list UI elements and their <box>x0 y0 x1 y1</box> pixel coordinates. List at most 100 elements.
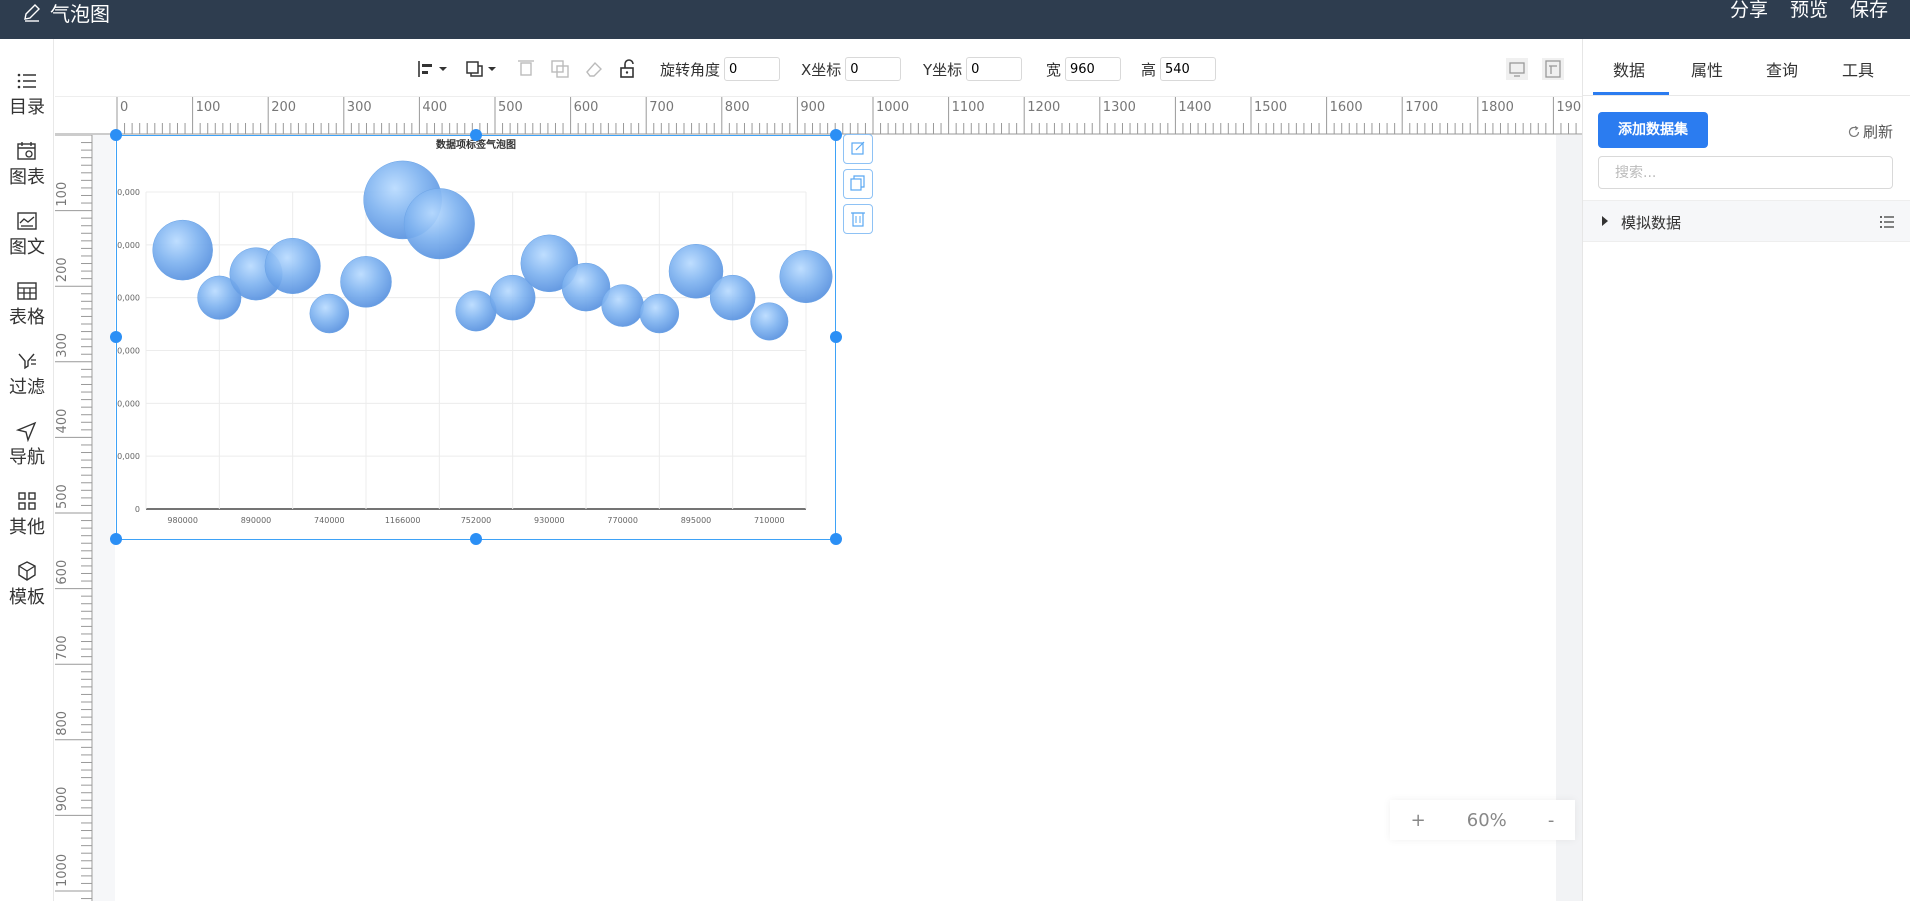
unlock-icon[interactable] <box>617 58 639 80</box>
rotate-input[interactable] <box>724 57 781 81</box>
edit-component-button[interactable] <box>843 134 873 164</box>
y-field-group: Y坐标 <box>923 57 1023 81</box>
ruler-label: 1000 <box>55 854 70 887</box>
refresh-label: 刷新 <box>1863 123 1894 141</box>
distribute-icon[interactable] <box>515 58 537 80</box>
group-icon[interactable] <box>549 58 571 80</box>
width-field-group: 宽 <box>1046 57 1122 81</box>
ruler-label: 300 <box>55 333 70 358</box>
resize-handle-top-left[interactable] <box>110 129 122 141</box>
expand-caret-icon[interactable] <box>1602 216 1608 226</box>
refresh-icon <box>1848 125 1860 137</box>
tab-query[interactable]: 查询 <box>1766 57 1798 81</box>
sidebar-item-navigation[interactable]: 导航 <box>0 420 54 476</box>
preview-button[interactable]: 预览 <box>1790 0 1828 20</box>
sidebar-item-label: 表格 <box>9 307 45 328</box>
ruler-label: 600 <box>574 100 599 115</box>
sidebar-item-table[interactable]: 表格 <box>0 280 54 336</box>
ruler-label: 1200 <box>1027 100 1060 115</box>
width-input[interactable] <box>1065 57 1122 81</box>
navigation-icon <box>16 421 37 442</box>
ruler-label: 1400 <box>1178 100 1211 115</box>
ruler-label: 1900 <box>1556 100 1582 115</box>
vertical-ruler: 100 200 300 400 500 600 700 800 900 1000 <box>55 135 93 901</box>
erase-icon[interactable] <box>583 58 605 80</box>
sidebar-item-filter[interactable]: 过滤 <box>0 350 54 406</box>
ruler-label: 800 <box>725 100 750 115</box>
align-left-icon[interactable] <box>416 58 438 80</box>
ruler-label: 200 <box>271 100 296 115</box>
sidebar-item-catalog[interactable]: 目录 <box>0 70 54 126</box>
ruler-label: 600 <box>55 560 70 585</box>
x-label: X坐标 <box>801 60 842 79</box>
page-layout-icon[interactable] <box>1542 58 1564 80</box>
dataset-search-input[interactable] <box>1598 156 1893 189</box>
trash-icon <box>851 212 865 227</box>
calendar-chart-icon <box>17 142 36 160</box>
title-area: 气泡图 <box>22 0 110 26</box>
delete-component-button[interactable] <box>843 204 873 234</box>
resize-handle-left[interactable] <box>110 331 122 343</box>
tab-properties[interactable]: 属性 <box>1691 57 1723 81</box>
canvas-scrollbar[interactable] <box>1556 135 1582 901</box>
ruler-label: 500 <box>55 484 70 509</box>
ruler-label: 900 <box>55 787 70 812</box>
ruler-label: 100 <box>55 182 70 207</box>
zoom-out-button[interactable]: - <box>1548 810 1555 831</box>
layer-icon[interactable] <box>464 58 486 80</box>
property-toolbar: 旋转角度 X坐标 Y坐标 宽 高 <box>55 39 1582 97</box>
right-panel: 数据 属性 查询 工具 添加数据集 刷新 模拟数据 <box>1582 39 1910 901</box>
height-input[interactable] <box>1160 57 1217 81</box>
add-dataset-button[interactable]: 添加数据集 <box>1598 112 1708 148</box>
sidebar-item-label: 其他 <box>9 517 45 538</box>
ruler-label: 1800 <box>1481 100 1514 115</box>
refresh-button[interactable]: 刷新 <box>1847 121 1893 142</box>
copy-icon <box>850 175 865 191</box>
resize-handle-right[interactable] <box>830 331 842 343</box>
sidebar-item-other[interactable]: 其他 <box>0 490 54 546</box>
left-sidebar: 目录 图表 图文 表格 过滤 导航 其他 模板 <box>0 39 54 901</box>
rotate-field-group: 旋转角度 <box>660 57 781 81</box>
sidebar-item-chart[interactable]: 图表 <box>0 140 54 196</box>
panel-tabs: 数据 属性 查询 工具 <box>1583 39 1910 96</box>
share-button[interactable]: 分享 <box>1730 0 1768 20</box>
tab-tools[interactable]: 工具 <box>1842 57 1874 81</box>
ruler-label: 300 <box>347 100 372 115</box>
x-input[interactable] <box>845 57 902 81</box>
horizontal-ruler: 0 100 200 300 400 500 600 700 800 900 1000 1100 1200… <box>55 97 1582 135</box>
list-menu-icon[interactable] <box>1879 214 1895 230</box>
ruler-label: 1000 <box>876 100 909 115</box>
sidebar-item-label: 图文 <box>9 237 45 258</box>
height-field-group: 高 <box>1141 57 1217 81</box>
ruler-label: 200 <box>55 257 70 282</box>
sidebar-item-template[interactable]: 模板 <box>0 560 54 616</box>
tab-data[interactable]: 数据 <box>1613 57 1645 81</box>
dataset-name: 模拟数据 <box>1621 214 1682 232</box>
resize-handle-bottom-right[interactable] <box>830 533 842 545</box>
ruler-label: 500 <box>498 100 523 115</box>
rotate-label: 旋转角度 <box>660 60 721 79</box>
chevron-down-icon[interactable] <box>437 58 449 80</box>
y-input[interactable] <box>966 57 1023 81</box>
copy-component-button[interactable] <box>843 169 873 199</box>
sidebar-item-label: 图表 <box>9 167 45 188</box>
filter-icon <box>18 353 36 370</box>
screen-icon[interactable] <box>1506 58 1528 80</box>
zoom-control: + 60% - <box>1390 800 1575 840</box>
save-button[interactable]: 保存 <box>1850 0 1888 20</box>
ruler-label: 400 <box>422 100 447 115</box>
chevron-down-icon[interactable] <box>486 58 498 80</box>
resize-handle-bottom[interactable] <box>470 533 482 545</box>
sidebar-item-label: 目录 <box>9 97 45 118</box>
sidebar-item-image-text[interactable]: 图文 <box>0 210 54 266</box>
resize-handle-top-right[interactable] <box>830 129 842 141</box>
ruler-label: 700 <box>55 635 70 660</box>
ruler-label: 400 <box>55 409 70 434</box>
image-text-icon <box>17 212 37 230</box>
resize-handle-top[interactable] <box>470 129 482 141</box>
resize-handle-bottom-left[interactable] <box>110 533 122 545</box>
zoom-in-button[interactable]: + <box>1411 810 1426 831</box>
dataset-item[interactable]: 模拟数据 <box>1583 200 1910 242</box>
active-tab-indicator <box>1593 92 1669 95</box>
y-label: Y坐标 <box>923 60 963 79</box>
